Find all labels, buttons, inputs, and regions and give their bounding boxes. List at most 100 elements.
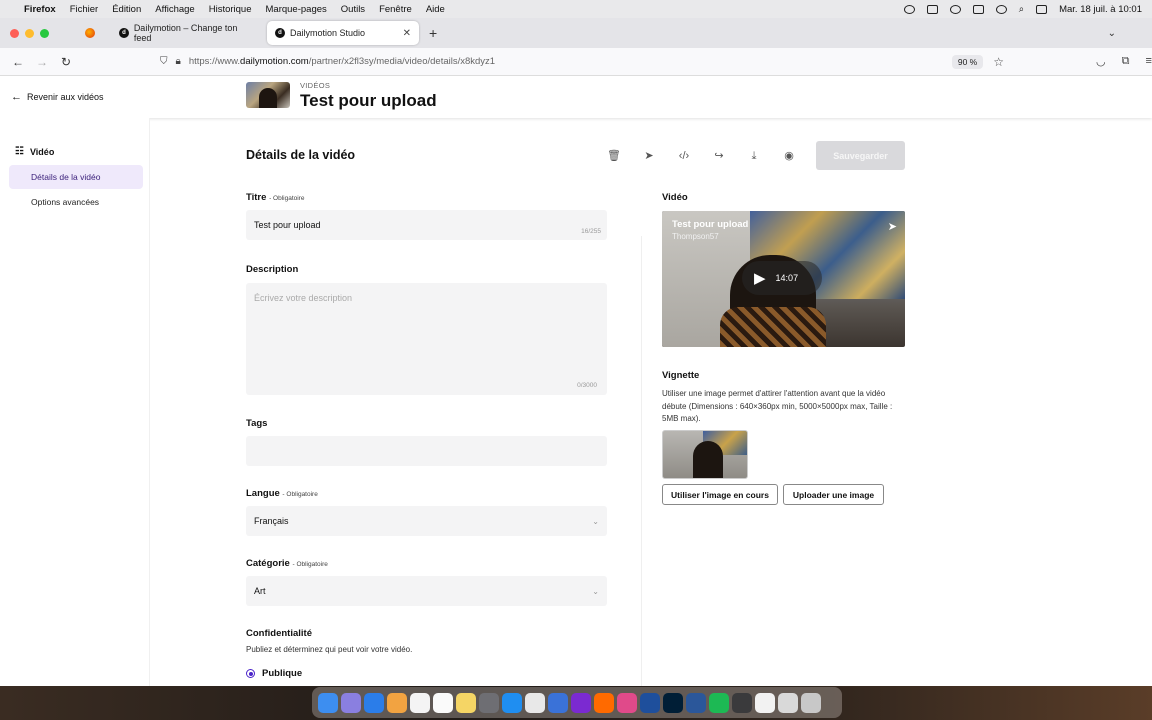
menu-aide[interactable]: Aide [426, 4, 445, 15]
back-to-videos-link[interactable]: ← Revenir aux vidéos [11, 91, 104, 103]
spotlight-icon[interactable]: ⌕ [1019, 4, 1024, 15]
description-textarea[interactable]: Écrivez votre description 0/3000 [246, 283, 607, 395]
url-prefix: https://www. [188, 56, 241, 67]
tags-input[interactable] [246, 436, 607, 466]
privacy-option-label: Publique [262, 668, 303, 679]
wifi-icon[interactable] [995, 4, 1007, 14]
eye-icon[interactable]: ◉ [781, 148, 797, 164]
menu-edition[interactable]: Édition [112, 4, 141, 15]
player-share-icon[interactable]: ➤ [888, 220, 897, 233]
reminders-icon[interactable] [433, 692, 453, 713]
menu-affichage[interactable]: Affichage [155, 4, 194, 15]
finder-icon[interactable] [318, 692, 338, 713]
pinned-tab-firefox[interactable] [83, 26, 97, 40]
menu-fenetre[interactable]: Fenêtre [379, 4, 412, 15]
calendar-icon[interactable] [410, 692, 430, 713]
slack-icon[interactable] [617, 692, 637, 713]
video-duration: 14:07 [775, 273, 799, 283]
use-current-image-button[interactable]: Utiliser l'image en cours [662, 484, 778, 505]
system-settings-icon[interactable] [479, 692, 499, 713]
header-kicker: VIDÉOS [300, 81, 331, 90]
sidebar-item-details[interactable]: Détails de la vidéo [9, 165, 143, 189]
extensions-icon[interactable]: ⧉ [1122, 55, 1130, 68]
lock-icon[interactable]: 🔒︎ [176, 56, 181, 67]
language-select[interactable]: Français ⌄ [246, 506, 607, 536]
tab-change-ton-feed[interactable]: d Dailymotion – Change ton feed [111, 21, 263, 45]
embed-code-icon[interactable]: ‹/› [676, 148, 692, 164]
photoshop-icon[interactable] [663, 692, 683, 713]
trash-dock-icon[interactable] [801, 692, 821, 713]
browser-tabbar: d Dailymotion – Change ton feed d Dailym… [0, 18, 1152, 48]
share-icon[interactable]: ↪ [711, 148, 727, 164]
privacy-option-public[interactable]: Publique [246, 668, 302, 679]
safari-icon[interactable] [364, 692, 384, 713]
tab-list-chevron-icon[interactable]: ⌄ [1108, 28, 1116, 39]
player-author[interactable]: Thompson57 [672, 232, 719, 241]
vpn-icon[interactable] [949, 4, 961, 14]
video-player[interactable]: Test pour upload Thompson57 ➤ ▶ 14:07 [662, 211, 905, 347]
close-window-icon[interactable] [10, 28, 19, 38]
notes-icon[interactable] [456, 692, 476, 713]
address-bar[interactable]: ⛉ 🔒︎ https://www. dailymotion.com/partner… [160, 51, 1004, 73]
save-button[interactable]: Sauvegarder [816, 141, 905, 170]
hamburger-menu-icon[interactable]: ≡ [1145, 55, 1151, 68]
description-counter: 0/3000 [577, 382, 597, 389]
minimize-window-icon[interactable] [25, 28, 34, 38]
pocket-icon[interactable]: ◡ [1096, 55, 1106, 68]
thumbnail-preview [662, 430, 748, 479]
terminal-icon[interactable] [732, 692, 752, 713]
spotify-icon[interactable] [709, 692, 729, 713]
sidebar-item-advanced-options[interactable]: Options avancées [9, 190, 143, 214]
page-title: Test pour upload [300, 91, 437, 110]
battery-icon[interactable] [972, 4, 984, 14]
outlook-icon[interactable] [640, 692, 660, 713]
control-center-icon[interactable] [1036, 4, 1048, 14]
description-label: Description [246, 264, 299, 275]
menu-historique[interactable]: Historique [209, 4, 252, 15]
radio-selected-icon[interactable] [246, 669, 255, 678]
word-icon[interactable] [686, 692, 706, 713]
menubar-clock[interactable]: Mar. 18 juil. à 10:01 [1059, 4, 1142, 15]
play-button[interactable]: ▶ 14:07 [742, 261, 822, 295]
title-input[interactable]: Test pour upload 16/255 [246, 210, 607, 240]
menu-fichier[interactable]: Fichier [70, 4, 99, 15]
preview-icon[interactable] [778, 692, 798, 713]
record-icon[interactable] [903, 4, 915, 14]
chrome-icon[interactable] [525, 692, 545, 713]
close-tab-icon[interactable]: ✕ [403, 28, 411, 39]
app-store-icon[interactable] [502, 692, 522, 713]
required-tag: - Obligatoire [292, 561, 328, 568]
bookmark-star-icon[interactable]: ☆ [993, 55, 1004, 69]
category-select[interactable]: Art ⌄ [246, 576, 607, 606]
sidebar-item-label: Options avancées [31, 197, 100, 207]
cloud-icon[interactable] [926, 4, 938, 14]
menu-app-name[interactable]: Firefox [24, 4, 56, 15]
back-arrow-icon[interactable]: ← [6, 55, 30, 69]
teams-icon[interactable] [571, 692, 591, 713]
launchpad-icon[interactable] [341, 692, 361, 713]
url-path: /partner/x2fl3sy/media/video/details/x8k… [308, 56, 496, 67]
menu-marque-pages[interactable]: Marque-pages [266, 4, 327, 15]
firefox-dock-icon[interactable] [594, 692, 614, 713]
document-icon[interactable] [755, 692, 775, 713]
download-icon[interactable]: ⤓ [746, 148, 762, 164]
page: ← Revenir aux vidéos VIDÉOS Test pour up… [0, 76, 1152, 686]
photos-icon[interactable] [387, 692, 407, 713]
send-icon[interactable]: ➤ [641, 148, 657, 164]
language-label: Langue - Obligatoire [246, 488, 318, 499]
title-value: Test pour upload [254, 220, 321, 230]
trash-icon[interactable]: 🗑︎ [606, 148, 622, 164]
upload-image-button[interactable]: Uploader une image [783, 484, 884, 505]
reload-icon[interactable]: ↻ [54, 55, 78, 69]
menu-outils[interactable]: Outils [341, 4, 365, 15]
tab-dailymotion-studio[interactable]: d Dailymotion Studio ✕ [267, 21, 419, 45]
chevron-down-icon: ⌄ [592, 516, 599, 526]
toolbar-right: ◡ ⧉ ≡ [1096, 55, 1152, 68]
shield-icon[interactable]: ⛉ [160, 56, 168, 67]
zoom-app-icon[interactable] [548, 692, 568, 713]
zoom-window-icon[interactable] [40, 28, 49, 38]
new-tab-icon[interactable]: + [429, 25, 437, 41]
zoom-level[interactable]: 90 % [951, 54, 984, 69]
language-value: Français [254, 516, 289, 526]
forward-arrow-icon[interactable]: → [30, 55, 54, 69]
